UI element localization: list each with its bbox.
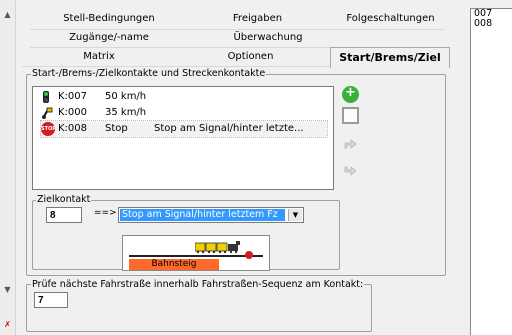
flag-icon xyxy=(42,107,53,119)
sequence-contact-input[interactable] xyxy=(34,292,68,308)
route-list[interactable]: 007 008 xyxy=(470,8,512,335)
signal-icon xyxy=(43,91,49,103)
contact-value: 50 km/h xyxy=(105,91,147,102)
list-item[interactable]: K:000 35 km/h xyxy=(41,105,327,121)
move-down-button[interactable] xyxy=(342,163,359,180)
train-icon xyxy=(195,241,240,254)
tab-matrix[interactable]: Matrix xyxy=(54,49,144,65)
list-item[interactable]: 008 xyxy=(471,19,512,29)
remove-contact-button[interactable] xyxy=(342,107,359,124)
edit-marker-icon: ✗ xyxy=(4,320,11,329)
tab-ueberwachung[interactable]: Überwachung xyxy=(208,30,328,46)
track-line xyxy=(129,255,263,257)
contact-id: K:000 xyxy=(58,107,88,118)
scroll-up-icon[interactable]: ▲ xyxy=(2,10,13,20)
contact-description: Stop am Signal/hinter letzte... xyxy=(154,123,304,134)
tab-freigaben[interactable]: Freigaben xyxy=(210,11,305,27)
target-group-title: Zielkontakt xyxy=(36,194,92,205)
arrow-label: ==> xyxy=(94,208,117,218)
vertical-scrollbar[interactable]: ▲ ▼ ✗ xyxy=(0,0,16,335)
scroll-down-icon[interactable]: ▼ xyxy=(2,285,13,295)
dialog-right-gutter xyxy=(451,0,470,335)
arrow-up-icon xyxy=(344,139,357,149)
stop-icon: STOP xyxy=(41,122,56,136)
platform-illustration: Bahnsteig xyxy=(122,235,270,271)
target-contact-input[interactable] xyxy=(46,207,82,223)
route-properties-dialog: Stell-Bedingungen Freigaben Folgeschaltu… xyxy=(18,0,451,335)
move-up-button[interactable] xyxy=(342,136,359,153)
stop-mode-select[interactable]: Stop am Signal/hinter letztem Fz ▼ xyxy=(118,207,304,223)
stop-point-icon xyxy=(245,251,253,259)
contact-value: 35 km/h xyxy=(105,107,147,118)
contact-id: K:007 xyxy=(58,91,88,102)
contact-id: K:008 xyxy=(58,123,88,134)
platform-label: Bahnsteig xyxy=(129,259,219,270)
add-contact-button[interactable]: + xyxy=(342,85,359,103)
contacts-group-title: Start-/Brems-/Zielkontakte und Streckenk… xyxy=(31,68,267,79)
list-item[interactable]: K:007 50 km/h xyxy=(41,89,327,105)
contacts-list[interactable]: K:007 50 km/h K:000 35 km/h STOP K:008 S… xyxy=(32,86,334,190)
contact-value: Stop xyxy=(105,123,128,134)
tab-zugaenge-name[interactable]: Zugänge/-name xyxy=(44,30,174,46)
arrow-down-icon xyxy=(344,166,357,176)
tab-optionen[interactable]: Optionen xyxy=(203,49,298,65)
tab-start-brems-ziel[interactable]: Start/Brems/Ziel xyxy=(330,47,450,68)
tab-folgeschaltungen[interactable]: Folgeschaltungen xyxy=(333,11,448,27)
chevron-down-icon[interactable]: ▼ xyxy=(288,209,302,221)
tab-stell-bedingungen[interactable]: Stell-Bedingungen xyxy=(44,11,174,27)
tab-baseline xyxy=(22,66,330,67)
list-item[interactable]: STOP K:008 Stop Stop am Signal/hinter le… xyxy=(40,120,328,138)
sequence-check-title: Prüfe nächste Fahrstraße innerhalb Fahrs… xyxy=(31,279,365,290)
sequence-check-group xyxy=(26,284,372,332)
plus-icon: + xyxy=(345,85,356,100)
stop-mode-selected: Stop am Signal/hinter letztem Fz xyxy=(120,209,285,221)
